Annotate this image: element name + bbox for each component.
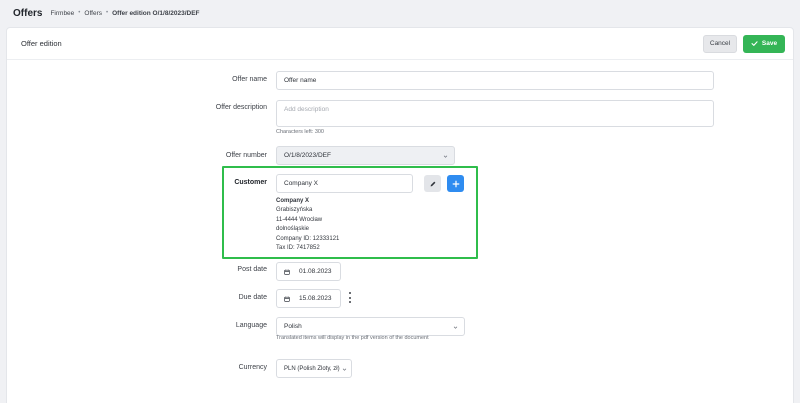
- header-actions: Cancel Save: [703, 34, 785, 53]
- chevron-down-icon: [342, 368, 347, 371]
- offer-description-placeholder: Add description: [284, 106, 329, 113]
- due-date-more-icon[interactable]: [348, 292, 352, 303]
- pencil-icon: [430, 181, 435, 186]
- language-value: Polish: [284, 323, 302, 330]
- language-select[interactable]: Polish: [276, 317, 465, 336]
- chevron-down-icon: [443, 155, 448, 158]
- calendar-icon: [284, 269, 290, 275]
- offer-name-value: Offer name: [284, 77, 317, 84]
- due-date-input[interactable]: 15.08.2023: [276, 289, 341, 308]
- app-title: Offers: [13, 7, 43, 19]
- customer-details-company-id: Company ID: 12333121: [276, 235, 340, 242]
- offer-description-label: Offer description: [215, 104, 267, 111]
- due-date-label: Due date: [238, 294, 267, 301]
- save-label: Save: [761, 40, 778, 47]
- customer-value: Company X: [284, 180, 318, 187]
- post-date-label: Post date: [237, 266, 267, 273]
- characters-left-hint: Characters left: 300: [276, 129, 324, 135]
- language-hint: Translated items will display in the pdf…: [276, 335, 429, 341]
- breadcrumb-item-firmbee[interactable]: Firmbee: [50, 10, 74, 17]
- customer-details-tax-id: Tax ID: 7417852: [276, 245, 320, 252]
- breadcrumb-item-current: Offer edition O/1/8/2023/DEF: [112, 9, 200, 17]
- cancel-button[interactable]: Cancel: [703, 34, 737, 53]
- customer-details-name: Company X: [276, 198, 310, 204]
- breadcrumb-separator: •: [106, 10, 109, 16]
- offer-name-input[interactable]: Offer name: [276, 71, 714, 90]
- customer-details-street: Grabiszyńska: [276, 207, 313, 214]
- due-date-value: 15.08.2023: [299, 295, 332, 302]
- offer-description-textarea[interactable]: Add description: [276, 100, 714, 127]
- post-date-value: 01.08.2023: [299, 268, 332, 275]
- calendar-icon: [284, 296, 290, 302]
- plus-icon: [452, 180, 459, 187]
- top-bar: Offers Firmbee • Offers • Offer edition …: [0, 0, 800, 26]
- card-header: Offer edition Cancel Save: [7, 28, 793, 60]
- offer-number-label: Offer number: [225, 152, 267, 159]
- customer-details-postal-city: 11-4444 Wrocław: [276, 216, 323, 223]
- language-label: Language: [235, 322, 267, 329]
- edit-customer-button[interactable]: [424, 175, 441, 192]
- offer-number-value: O/1/8/2023/DEF: [284, 152, 331, 159]
- offer-number-select[interactable]: O/1/8/2023/DEF: [276, 146, 455, 165]
- customer-details: Company X Grabiszyńska 11-4444 Wrocław d…: [276, 197, 339, 253]
- chevron-down-icon: [453, 326, 458, 329]
- customer-label: Customer: [234, 179, 267, 186]
- add-customer-button[interactable]: [447, 175, 464, 192]
- customer-details-region: dolnośląskie: [276, 226, 310, 233]
- check-icon: [751, 41, 758, 46]
- customer-input[interactable]: Company X: [276, 174, 413, 193]
- post-date-input[interactable]: 01.08.2023: [276, 262, 341, 281]
- save-button[interactable]: Save: [743, 34, 785, 53]
- currency-label: Currency: [238, 364, 267, 371]
- breadcrumb-separator: •: [78, 10, 81, 16]
- currency-value: PLN (Polish Zloty, zł): [284, 365, 340, 372]
- offer-name-label: Offer name: [232, 76, 267, 83]
- breadcrumb-item-offers[interactable]: Offers: [84, 10, 102, 17]
- breadcrumb: Firmbee • Offers • Offer edition O/1/8/2…: [50, 10, 199, 17]
- card-title: Offer edition: [21, 39, 62, 48]
- currency-select[interactable]: PLN (Polish Zloty, zł): [276, 359, 352, 378]
